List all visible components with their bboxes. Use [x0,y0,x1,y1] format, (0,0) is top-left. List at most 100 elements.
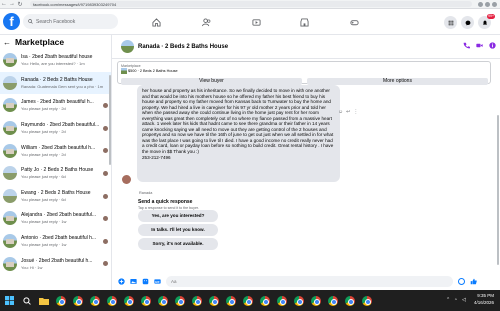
chrome-icon[interactable] [53,293,68,308]
menu-grid-button[interactable] [444,16,457,29]
conversation-item[interactable]: Raymundo · 2bed 2bath beautiful... You pl… [0,117,111,140]
gif-icon[interactable]: GIF [154,278,161,285]
chrome-icon[interactable] [240,293,255,308]
nav-home[interactable] [143,14,169,30]
search-input[interactable] [36,18,116,25]
chrome-icon[interactable] [325,293,340,308]
chrome-icon[interactable] [138,293,153,308]
listing-thumbnail[interactable] [121,68,127,74]
address-url: facebook.com/messages/t/9719839303249704 [33,1,117,7]
conversation-item[interactable]: James · 2bed 2bath beautiful h... You ple… [0,94,111,117]
search-icon[interactable] [19,293,34,308]
bell-icon [482,20,487,25]
conversation-preview: You: Hi · 1w [21,264,43,270]
chrome-icon[interactable] [172,293,187,308]
sticker-icon[interactable] [142,278,149,285]
back-arrow-icon[interactable]: ← [0,0,8,8]
more-options-button[interactable]: More options [307,78,488,85]
quick-reply-button[interactable]: Sorry, it's not available. [138,238,218,250]
conversation-preview: You please just reply · 1w [21,242,67,248]
facebook-logo-icon[interactable]: f [3,13,20,30]
gaming-icon [349,19,359,25]
chrome-icon[interactable] [206,293,221,308]
like-icon[interactable] [470,278,477,285]
nav-video[interactable] [243,14,269,30]
chrome-icon[interactable] [70,293,85,308]
nav-gaming[interactable] [341,14,367,30]
conversation-name: Ewang · 2 Beds 2 Baths House [21,189,91,196]
conversation-name: Isa · 2bed 2bath beautiful house [21,54,93,61]
emoji-icon[interactable] [458,277,465,285]
message-bubble: her house and property as his inheritanc… [137,85,340,182]
windows-start-icon[interactable] [2,293,17,308]
chrome-icon[interactable] [104,293,119,308]
messenger-button[interactable] [461,16,474,29]
home-icon [151,17,161,27]
wifi-icon[interactable]: ◔ [454,297,460,303]
chevron-up-icon[interactable]: ⌃ [446,297,452,303]
messenger-icon [465,20,470,25]
chrome-icon[interactable] [257,293,272,308]
conversation-item[interactable]: Josué · 2bed 2bath beautiful h... You: Hi… [0,252,111,275]
chrome-icon[interactable] [359,293,374,308]
phone-icon[interactable] [463,42,470,49]
chrome-icon[interactable] [274,293,289,308]
address-bar[interactable]: facebook.com/messages/t/9719839303249704 [30,1,472,7]
plus-circle-icon[interactable] [118,277,125,285]
quick-reply-button[interactable]: Yes, are you interested? [138,210,218,222]
listing-thumbnail[interactable] [121,40,134,53]
back-arrow-icon[interactable]: ← [3,38,11,47]
conversation-preview: You please just reply · 2d [21,151,66,157]
chat-title[interactable]: Ranada · 2 Beds 2 Baths House [138,44,228,50]
conversation-name: Alejandra · 2bed 2bath beautiful... [21,212,97,219]
profile-icon[interactable] [485,1,490,7]
file-explorer-icon[interactable] [36,293,51,308]
info-icon[interactable] [489,42,496,49]
extension-icon[interactable] [478,1,483,7]
chrome-icon[interactable] [342,293,357,308]
conversation-item[interactable]: William · 2bed 2bath beautiful h... You p… [0,139,111,162]
conversation-item[interactable]: Antonio · 2bed 2bath beautiful h... You p… [0,230,111,253]
chrome-icon[interactable] [308,293,323,308]
chrome-icon[interactable] [87,293,102,308]
conversation-item[interactable]: Isa · 2bed 2bath beautiful house You: Hel… [0,49,111,72]
nav-friends[interactable] [193,14,219,30]
listing-thumbnail [3,211,17,226]
nav-marketplace[interactable] [291,14,317,30]
sidebar-scrollbar[interactable] [109,75,111,165]
chrome-icon[interactable] [291,293,306,308]
sender-label: Ranada [139,191,153,195]
video-call-icon[interactable] [476,42,483,49]
friends-icon [201,17,210,26]
forward-arrow-icon[interactable]: → [8,0,16,8]
reply-icon[interactable]: ↩ [346,109,350,115]
system-clock[interactable]: 9:35 PM 4/16/2026 [474,292,494,306]
reload-icon[interactable]: ↻ [16,0,24,8]
more-icon[interactable]: ⋮ [353,109,358,115]
chrome-icon[interactable] [189,293,204,308]
message-composer: GIF [112,272,500,290]
conversation-item[interactable]: Alejandra · 2bed 2bath beautiful... You p… [0,207,111,230]
search-box[interactable] [23,14,118,29]
emoji-react-icon[interactable]: ☺ [338,109,343,115]
chrome-icon[interactable] [121,293,136,308]
conversation-item[interactable]: Patty Jo · 2 Beds 2 Baths House You pleas… [0,162,111,185]
conversation-item-active[interactable]: Ranada · 2 Beds 2 Baths House Ranada: Gua… [0,71,111,95]
chat-scrollbar[interactable] [497,115,499,265]
menu-icon[interactable] [492,1,497,7]
chat-header: Ranada · 2 Beds 2 Baths House [112,35,500,59]
conversation-name: Antonio · 2bed 2bath beautiful h... [21,235,97,242]
notifications-button[interactable]: 99+ [478,14,495,29]
chrome-icon[interactable] [223,293,238,308]
avatar [103,125,108,131]
chrome-icon[interactable] [155,293,170,308]
view-buyer-button[interactable]: View buyer [121,78,302,85]
volume-icon[interactable]: ◁ [462,297,468,303]
listing-description[interactable]: $500 · 2 Beds 2 Baths House [128,69,178,73]
image-icon[interactable] [130,278,137,285]
conversation-item[interactable]: Ewang · 2 Beds 2 Baths House You please j… [0,185,111,208]
message-input[interactable] [166,275,453,287]
quick-reply-button[interactable]: In talks. I'll let you know. [138,224,218,236]
listing-thumbnail [3,143,17,158]
conversation-preview: You please just reply · 2d [21,106,66,112]
